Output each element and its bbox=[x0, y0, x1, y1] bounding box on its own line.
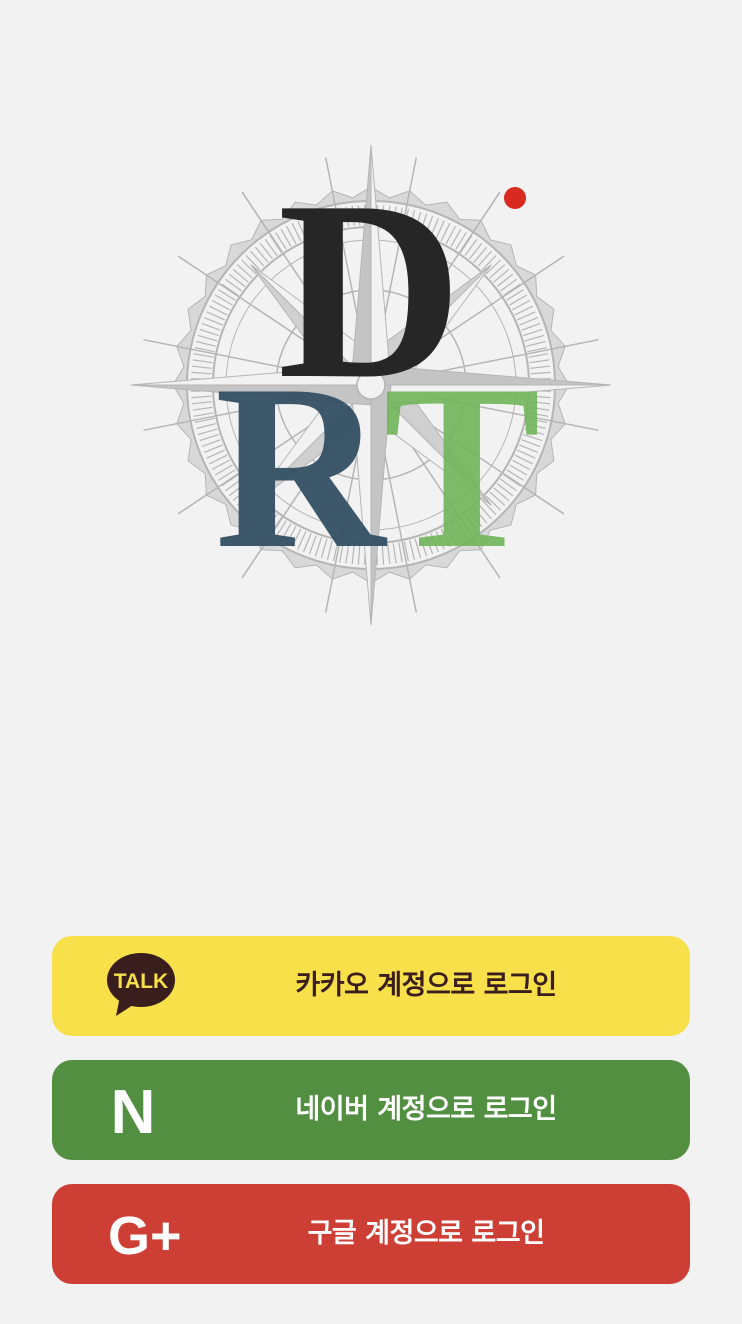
google-login-button[interactable]: G+ 구글 계정으로 로그인 bbox=[52, 1184, 690, 1284]
logo-letter-r: R bbox=[215, 337, 388, 598]
drt-logo: D R T bbox=[130, 144, 612, 626]
kakao-login-label: 카카오 계정으로 로그인 bbox=[295, 970, 557, 1001]
logo-letter-t: T bbox=[383, 337, 540, 598]
svg-text:N: N bbox=[111, 1078, 156, 1146]
svg-text:TALK: TALK bbox=[114, 970, 168, 993]
kakao-login-button[interactable]: TALK 카카오 계정으로 로그인 bbox=[52, 936, 690, 1036]
naver-login-button[interactable]: N 네이버 계정으로 로그인 bbox=[52, 1060, 690, 1160]
google-login-label: 구글 계정으로 로그인 bbox=[307, 1218, 545, 1249]
logo-red-dot bbox=[504, 187, 526, 209]
drt-compass-logo: D R T bbox=[130, 144, 612, 626]
naver-login-label: 네이버 계정으로 로그인 bbox=[295, 1094, 557, 1125]
